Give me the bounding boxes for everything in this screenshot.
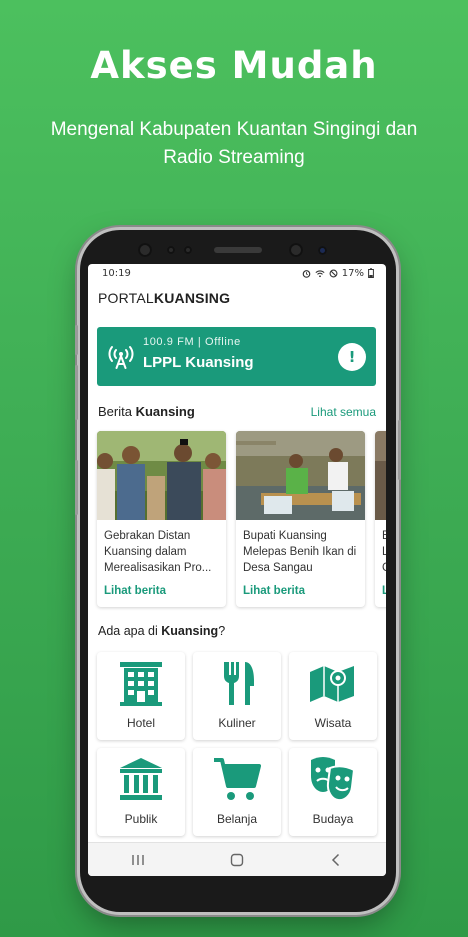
status-bar: 10:19 17% bbox=[88, 264, 386, 282]
hotel-icon bbox=[120, 662, 162, 706]
category-section-title: Ada apa di Kuansing? bbox=[98, 624, 225, 638]
shopping-cart-icon bbox=[214, 758, 261, 800]
radio-frequency-status: 100.9 FM | Offline bbox=[143, 336, 241, 348]
theater-masks-icon bbox=[311, 757, 356, 802]
news-section-title: Berita Kuansing bbox=[98, 404, 195, 419]
news-card[interactable]: Bupati Kuansing Melepas Benih Ikan di De… bbox=[236, 431, 365, 607]
phone-frame: 10:19 17% PORTALKUANSING 100.9 FM | Offl… bbox=[75, 230, 401, 912]
fork-knife-icon bbox=[224, 662, 254, 705]
power-button bbox=[398, 420, 401, 480]
category-label: Publik bbox=[124, 812, 158, 826]
alert-icon[interactable]: ! bbox=[338, 343, 366, 371]
news-carousel[interactable]: Gebrakan Distan Kuansing dalam Merealisa… bbox=[97, 431, 386, 609]
category-label: Budaya bbox=[312, 812, 354, 826]
earpiece-speaker bbox=[214, 247, 262, 253]
front-camera-icon bbox=[318, 246, 327, 255]
volume-button bbox=[75, 365, 78, 420]
android-navigation-bar bbox=[88, 842, 386, 876]
volume-button bbox=[75, 325, 78, 355]
sensor-icon bbox=[138, 243, 152, 257]
app-logo: PORTALKUANSING bbox=[88, 282, 386, 316]
battery-percent: 17% bbox=[341, 267, 364, 279]
category-belanja[interactable]: Belanja bbox=[193, 748, 281, 836]
alarm-icon bbox=[302, 269, 311, 278]
news-photo-farmers bbox=[97, 431, 226, 520]
back-icon[interactable] bbox=[321, 849, 351, 871]
app-screen: 10:19 17% PORTALKUANSING 100.9 FM | Offl… bbox=[88, 264, 386, 876]
home-icon[interactable] bbox=[222, 849, 252, 871]
category-label: Hotel bbox=[126, 716, 155, 730]
read-news-link[interactable]: Lihat berita bbox=[243, 585, 305, 597]
category-label: Wisata bbox=[314, 716, 352, 730]
news-card[interactable]: B L G L bbox=[375, 431, 386, 607]
category-publik[interactable]: Publik bbox=[97, 748, 185, 836]
news-card[interactable]: Gebrakan Distan Kuansing dalam Merealisa… bbox=[97, 431, 226, 607]
news-photo bbox=[375, 431, 386, 520]
category-label: Kuliner bbox=[218, 716, 256, 730]
public-building-icon bbox=[120, 758, 162, 800]
read-news-link[interactable]: L bbox=[382, 585, 386, 597]
category-title-bold: Kuansing bbox=[161, 624, 219, 638]
news-photo-fish-release bbox=[236, 431, 365, 520]
bixby-button bbox=[75, 460, 78, 515]
read-news-link[interactable]: Lihat berita bbox=[104, 585, 166, 597]
news-section-header: Berita Kuansing Lihat semua bbox=[98, 404, 376, 419]
category-grid: Hotel Kuliner Wisata Publik Belanja Buda… bbox=[97, 652, 377, 836]
logo-bold: KUANSING bbox=[153, 290, 231, 306]
map-icon bbox=[310, 666, 354, 702]
category-kuliner[interactable]: Kuliner bbox=[193, 652, 281, 740]
battery-icon bbox=[368, 268, 374, 278]
sensor-icon bbox=[167, 246, 175, 254]
front-camera-icon bbox=[289, 243, 303, 257]
news-title-bold: Kuansing bbox=[135, 404, 195, 419]
news-title: Bupati Kuansing Melepas Benih Ikan di De… bbox=[243, 530, 357, 574]
category-title-suffix: ? bbox=[218, 624, 226, 638]
category-hotel[interactable]: Hotel bbox=[97, 652, 185, 740]
recent-apps-icon[interactable] bbox=[123, 849, 153, 871]
logo-light: PORTAL bbox=[98, 290, 154, 306]
category-title-prefix: Ada apa di bbox=[98, 624, 162, 638]
category-wisata[interactable]: Wisata bbox=[289, 652, 377, 740]
no-signal-icon bbox=[329, 269, 338, 277]
category-budaya[interactable]: Budaya bbox=[289, 748, 377, 836]
wifi-icon bbox=[315, 269, 325, 277]
radio-player-card[interactable]: 100.9 FM | Offline LPPL Kuansing ! bbox=[97, 327, 376, 386]
news-title: B L G bbox=[382, 530, 386, 574]
promo-subline: Mengenal Kabupaten Kuantan Singingi dan … bbox=[50, 119, 418, 168]
radio-antenna-icon bbox=[108, 346, 134, 369]
radio-station-name: LPPL Kuansing bbox=[143, 354, 254, 371]
see-all-news-link[interactable]: Lihat semua bbox=[311, 405, 376, 419]
category-label: Belanja bbox=[216, 812, 258, 826]
news-title-prefix: Berita bbox=[98, 404, 136, 419]
promo-headline: Akses Mudah bbox=[90, 44, 378, 87]
status-time: 10:19 bbox=[102, 267, 131, 279]
news-title: Gebrakan Distan Kuansing dalam Merealisa… bbox=[104, 530, 212, 574]
sensor-icon bbox=[184, 246, 192, 254]
